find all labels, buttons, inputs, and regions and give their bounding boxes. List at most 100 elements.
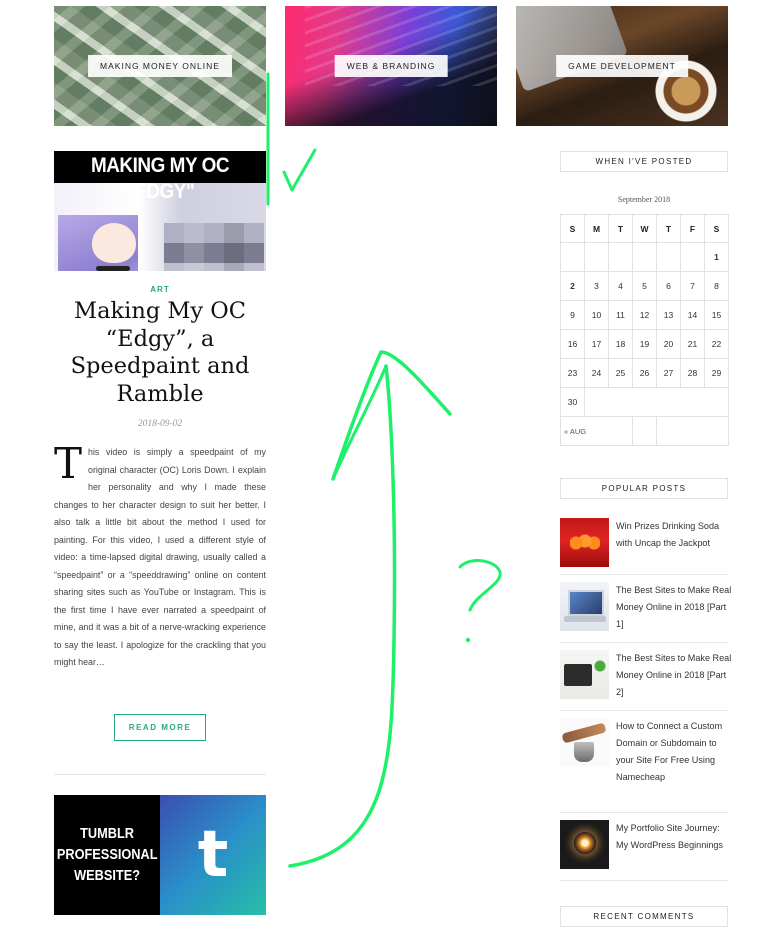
popular-post-title[interactable]: Win Prizes Drinking Soda with Uncap the … <box>616 518 732 552</box>
popular-post-divider <box>560 574 728 575</box>
popular-post-title[interactable]: The Best Sites to Make Real Money Online… <box>616 650 732 701</box>
calendar-next-month <box>656 416 729 446</box>
tumblr-logo-letter: t <box>197 818 229 892</box>
category-tile-web-branding[interactable]: WEB & BRANDING <box>285 6 497 126</box>
calendar-day: 13 <box>656 300 681 330</box>
calendar-day: 6 <box>656 271 681 301</box>
calendar-day: 9 <box>560 300 585 330</box>
pixelated-area <box>164 223 264 271</box>
category-tile-game-development[interactable]: GAME DEVELOPMENT <box>516 6 728 126</box>
calendar-day <box>656 242 681 272</box>
calendar-day-link[interactable]: 1 <box>704 242 729 272</box>
calendar-day-link[interactable]: 2 <box>560 271 585 301</box>
calendar-week-row: 1 <box>560 242 729 272</box>
calendar-week-row: 2 3 4 5 6 7 8 <box>560 271 729 301</box>
question-mark-dot: ? <box>470 637 476 651</box>
arrow-head-inner <box>331 364 388 481</box>
character-choker <box>96 266 130 271</box>
calendar-week-row: 16 17 18 19 20 21 22 <box>560 329 729 359</box>
question-mark-curve <box>458 559 502 612</box>
thumbnail-text-panel: TUMBLR PROFESSIONAL WEBSITE? <box>54 795 160 915</box>
calendar-day: 20 <box>656 329 681 359</box>
checkmark-icon <box>282 148 317 192</box>
calendar-caption: September 2018 <box>617 195 671 204</box>
calendar-day: 30 <box>560 387 585 417</box>
calendar-day: 3 <box>584 271 609 301</box>
popular-post-title[interactable]: The Best Sites to Make Real Money Online… <box>616 582 732 633</box>
category-tile-making-money-online[interactable]: MAKING MONEY ONLINE <box>54 6 266 126</box>
arrow-shaft <box>288 364 397 868</box>
calendar-day: 15 <box>704 300 729 330</box>
calendar-week-row: 23 24 25 26 27 28 29 <box>560 358 729 388</box>
calendar-day: 25 <box>608 358 633 388</box>
popular-post-thumbnail[interactable] <box>560 582 609 631</box>
character-face <box>92 223 136 263</box>
calendar-weekday-row: S M T W T F S <box>560 214 729 243</box>
excerpt-text: his video is simply a speedpaint of my o… <box>54 447 266 667</box>
next-post-thumbnail[interactable]: TUMBLR PROFESSIONAL WEBSITE? t <box>54 795 266 915</box>
thumbnail-title: MAKING MY OC "EDGY" <box>90 154 230 203</box>
recent-comments-widget-title: RECENT COMMENTS <box>560 906 728 927</box>
weekday-header: M <box>584 214 609 243</box>
arrow-head <box>331 350 452 481</box>
calendar-day: 23 <box>560 358 585 388</box>
calendar-day: 16 <box>560 329 585 359</box>
post-title[interactable]: Making My OC “Edgy”, a Speedpaint and Ra… <box>54 298 266 408</box>
calendar-day: 27 <box>656 358 681 388</box>
category-label[interactable]: GAME DEVELOPMENT <box>556 55 688 77</box>
calendar-day <box>560 242 585 272</box>
popular-post-divider <box>560 812 728 813</box>
calendar-day: 21 <box>680 329 705 359</box>
annotation-strokes <box>266 72 502 868</box>
post-divider <box>54 774 266 775</box>
calendar-day: 4 <box>608 271 633 301</box>
calendar-week-row: 9 10 11 12 13 14 15 <box>560 300 729 330</box>
weekday-header: S <box>560 214 585 243</box>
post-category-link[interactable]: ART <box>54 285 266 294</box>
popular-post-divider <box>560 642 728 643</box>
popular-post-thumbnail[interactable] <box>560 718 609 767</box>
popular-posts-widget-title: POPULAR POSTS <box>560 478 728 499</box>
excerpt-dropcap: T <box>54 439 83 488</box>
popular-post-title[interactable]: My Portfolio Site Journey: My WordPress … <box>616 820 732 854</box>
calendar-day <box>680 242 705 272</box>
calendar-day: 29 <box>704 358 729 388</box>
calendar-widget-title: WHEN I'VE POSTED <box>560 151 728 172</box>
post-thumbnail[interactable]: MAKING MY OC "EDGY" <box>54 151 266 271</box>
calendar-day: 22 <box>704 329 729 359</box>
calendar-day: 26 <box>632 358 657 388</box>
calendar-day: 24 <box>584 358 609 388</box>
weekday-header: T <box>608 214 633 243</box>
calendar-day: 12 <box>632 300 657 330</box>
read-more-button[interactable]: READ MORE <box>114 714 206 741</box>
calendar-day <box>584 242 609 272</box>
popular-post-divider <box>560 710 728 711</box>
calendar-day: 7 <box>680 271 705 301</box>
category-label[interactable]: MAKING MONEY ONLINE <box>88 55 232 77</box>
popular-post-thumbnail[interactable] <box>560 650 609 699</box>
popular-post-divider <box>560 880 728 881</box>
post-date: 2018-09-02 <box>137 419 183 429</box>
calendar-nav-pad <box>632 416 657 446</box>
calendar-day: 11 <box>608 300 633 330</box>
calendar-padding <box>584 387 729 417</box>
weekday-header: F <box>680 214 705 243</box>
weekday-header: W <box>632 214 657 243</box>
calendar-day: 28 <box>680 358 705 388</box>
calendar-day <box>632 242 657 272</box>
popular-post-thumbnail[interactable] <box>560 820 609 869</box>
question-mark-dot-mark <box>465 637 471 643</box>
calendar-prev-month-link[interactable]: « AUG <box>560 416 633 446</box>
calendar-nav-row: « AUG <box>560 416 729 446</box>
calendar-day: 19 <box>632 329 657 359</box>
popular-post-title[interactable]: How to Connect a Custom Domain or Subdom… <box>616 718 732 786</box>
calendar-day: 10 <box>584 300 609 330</box>
popular-post-thumbnail[interactable] <box>560 518 609 567</box>
weekday-header: S <box>704 214 729 243</box>
calendar-day: 8 <box>704 271 729 301</box>
category-label[interactable]: WEB & BRANDING <box>334 55 448 77</box>
calendar-day: 14 <box>680 300 705 330</box>
thumbnail-text: TUMBLR PROFESSIONAL WEBSITE? <box>56 825 158 884</box>
calendar-day: 18 <box>608 329 633 359</box>
calendar-day <box>608 242 633 272</box>
